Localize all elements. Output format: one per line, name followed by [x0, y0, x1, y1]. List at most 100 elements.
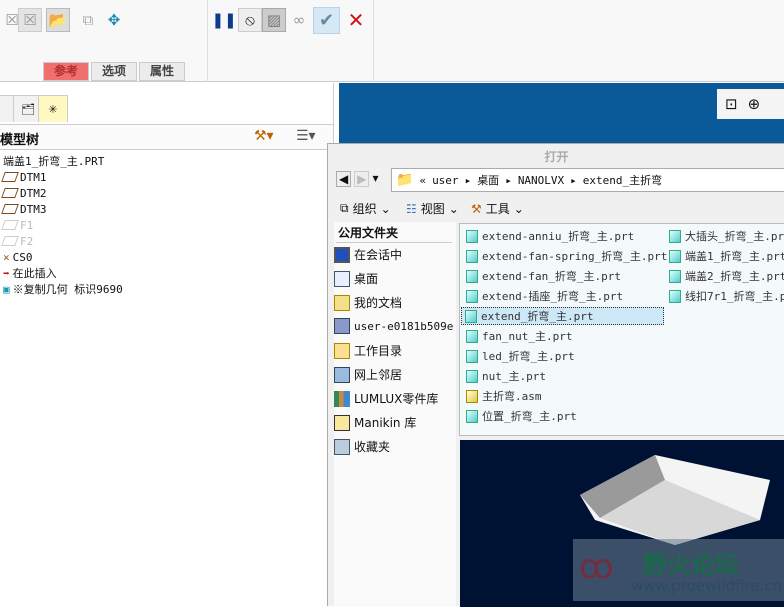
navigator-panel: 🗂 ✳ 模型树 ⚒▾ ☰▾ 端盖1_折弯_主.PRT DTM1 DTM2 DTM… [0, 83, 334, 606]
stop-icon[interactable]: ⦸ [238, 8, 262, 32]
tree-item[interactable]: F1 [1, 217, 33, 233]
tree-item-root[interactable]: 端盖1_折弯_主.PRT [3, 153, 104, 169]
watermark: ꝏ 野火论坛 www.proewildfire.cn [573, 539, 784, 601]
part-file-icon [669, 289, 681, 303]
common-folders-title: 公用文件夹 [338, 226, 399, 240]
copy-geometry-icon: ▣ [3, 282, 10, 296]
breadcrumb-item[interactable]: 桌面 [477, 172, 499, 188]
tab-model-tree[interactable] [0, 95, 14, 122]
desktop-icon [334, 270, 350, 287]
settings-tools-icon[interactable]: ⚒▾ [254, 128, 274, 144]
view-icon: ☷ [406, 201, 417, 216]
tab-references[interactable]: 参考 [43, 62, 89, 81]
sidebar-item-lumlux-library[interactable]: LUMLUX零件库 [334, 390, 438, 407]
tools-menu[interactable]: ⚒ 工具 ⌄ [471, 200, 524, 217]
organize-menu[interactable]: ⧉ 组织 ⌄ [340, 200, 391, 217]
datum-plane-icon [1, 236, 19, 246]
sidebar-item-working-directory[interactable]: 工作目录 [334, 342, 402, 359]
pause-icon[interactable]: ❚❚ [211, 8, 236, 32]
part-file-icon [465, 309, 477, 323]
file-list[interactable]: extend-anniu_折弯_主.prt extend-fan-spring_… [459, 223, 784, 436]
remove-icon[interactable]: ☒ [18, 8, 42, 32]
file-item[interactable]: nut_主.prt [463, 367, 549, 385]
ribbon: ☒ ☒ 📂 ⧉ ✥ ❚❚ ⦸ ▨ ∞ ✔ ✕ 参考 选项 属性 [0, 0, 784, 82]
file-item[interactable]: extend-fan_折弯_主.prt [463, 267, 624, 285]
file-item[interactable]: extend-anniu_折弯_主.prt [463, 227, 637, 245]
part-file-icon [669, 249, 681, 263]
part-file-icon [466, 249, 478, 263]
part-file-icon [466, 269, 478, 283]
file-item-selected[interactable]: extend_折弯_主.prt [461, 307, 664, 325]
open-folder-icon[interactable]: 📂 [46, 8, 70, 32]
sidebar-item-favorites[interactable]: 收藏夹 [334, 438, 390, 455]
breadcrumb[interactable]: 📁 « user ▸ 桌面 ▸ NANOLVX ▸ extend_主折弯 [391, 168, 784, 192]
zoom-window-icon[interactable]: ⊡ [725, 95, 738, 113]
file-item[interactable]: 端盖1_折弯_主.prt [666, 247, 784, 265]
monitor-icon [334, 246, 350, 263]
favorites-tab-icon[interactable]: ✳ [38, 95, 68, 122]
network-icon [334, 366, 350, 383]
watermark-logo-icon: ꝏ [579, 547, 614, 587]
model-preview[interactable]: ꝏ 野火论坛 www.proewildfire.cn [460, 440, 784, 607]
part-file-icon [669, 229, 681, 243]
dialog-title: 打开 [544, 150, 569, 164]
file-item[interactable]: 位置_折弯_主.prt [463, 407, 580, 425]
part-file-icon [466, 409, 478, 423]
sidebar-item-manikin-library[interactable]: Manikin 库 [334, 414, 416, 431]
back-button[interactable]: ◀ [336, 171, 352, 187]
history-dropdown[interactable]: ▾ [372, 171, 378, 187]
tools-icon: ⚒ [471, 201, 482, 216]
tree-item-insert-here[interactable]: ➡ 在此插入 [3, 265, 57, 281]
part-file-icon [466, 329, 478, 343]
ok-check-icon[interactable]: ✔ [313, 7, 340, 34]
file-item[interactable]: 线扣7r1_折弯_主.prt [666, 287, 784, 305]
datum-plane-icon [1, 172, 19, 182]
breadcrumb-item[interactable]: extend_主折弯 [583, 172, 662, 188]
file-item[interactable]: 主折弯.asm [463, 387, 545, 405]
forward-button[interactable]: ▶ [354, 171, 370, 187]
sidebar-item-my-documents[interactable]: 我的文档 [334, 294, 402, 311]
datum-plane-icon [1, 220, 19, 230]
file-item[interactable]: 大插头_折弯_主.prt [666, 227, 784, 245]
folder-icon: 📁 [396, 172, 414, 188]
tab-options[interactable]: 选项 [91, 62, 137, 81]
insert-arrow-icon: ➡ [3, 266, 10, 280]
view-menu[interactable]: ☷ 视图 ⌄ [406, 200, 459, 217]
tree-item[interactable]: DTM3 [1, 201, 47, 217]
documents-folder-icon [334, 294, 350, 311]
manikin-library-icon [334, 414, 350, 431]
sidebar-item-network[interactable]: 网上邻居 [334, 366, 402, 383]
copy-geometry-icon[interactable]: ⧉ [76, 8, 100, 32]
cancel-x-icon[interactable]: ✕ [344, 8, 368, 32]
tree-item[interactable]: ⨯ CS0 [3, 249, 33, 265]
part-file-icon [466, 369, 478, 383]
move-icon[interactable]: ✥ [102, 8, 126, 32]
tree-item[interactable]: F2 [1, 233, 33, 249]
sidebar-item-computer[interactable]: user-e0181b509e [334, 318, 453, 334]
file-item[interactable]: led_折弯_主.prt [463, 347, 578, 365]
graphics-area[interactable]: ⊡ ⊕ [339, 83, 784, 143]
glasses-icon[interactable]: ∞ [287, 8, 311, 32]
coordinate-system-icon: ⨯ [3, 250, 10, 264]
part-file-icon [466, 349, 478, 363]
file-item[interactable]: 端盖2_折弯_主.prt [666, 267, 784, 285]
zoom-in-icon[interactable]: ⊕ [748, 95, 761, 113]
sidebar-item-in-session[interactable]: 在会话中 [334, 246, 402, 263]
tree-item[interactable]: DTM2 [1, 185, 47, 201]
file-item[interactable]: fan_nut_主.prt [463, 327, 575, 345]
file-item[interactable]: extend-插座_折弯_主.prt [463, 287, 626, 305]
assembly-file-icon [466, 389, 478, 403]
breadcrumb-item[interactable]: NANOLVX [518, 174, 564, 187]
file-item[interactable]: extend-fan-spring_折弯_主.prt [463, 247, 670, 265]
model-tree-title: 模型树 [0, 133, 40, 148]
part-file-icon [466, 229, 478, 243]
model-tree-header: 模型树 ⚒▾ ☰▾ [0, 124, 333, 150]
breadcrumb-item[interactable]: user [432, 174, 459, 187]
show-list-icon[interactable]: ☰▾ [296, 128, 316, 144]
sidebar-item-desktop[interactable]: 桌面 [334, 270, 378, 287]
watermark-title: 野火论坛 [643, 551, 739, 579]
tree-item[interactable]: ▣ ※复制几何 标识9690 [3, 281, 123, 297]
preview-icon[interactable]: ▨ [262, 8, 286, 32]
tab-properties[interactable]: 属性 [139, 62, 185, 81]
tree-item[interactable]: DTM1 [1, 169, 47, 185]
